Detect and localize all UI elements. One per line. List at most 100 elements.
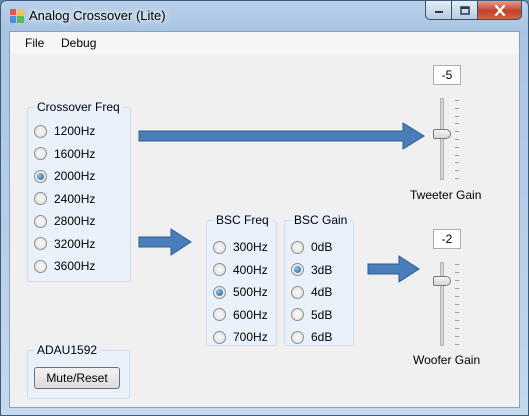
slider-tick [455, 155, 459, 156]
radio-selected-dot [294, 266, 301, 273]
bsc-freq-option[interactable]: 700Hz [213, 329, 268, 345]
crossover-freq-option[interactable]: 2800Hz [34, 213, 95, 229]
minimize-button[interactable] [425, 1, 452, 20]
radio-button[interactable] [291, 263, 304, 276]
slider-tick [455, 162, 459, 163]
slider-tick [455, 139, 459, 140]
bsc-gain-title: BSC Gain [291, 213, 351, 227]
radio-label: 4dB [311, 285, 333, 299]
tweeter-slider-thumb[interactable] [433, 129, 451, 139]
radio-label: 6dB [311, 330, 333, 344]
slider-tick [455, 328, 459, 329]
radio-button[interactable] [291, 308, 304, 321]
crossover-freq-option[interactable]: 2400Hz [34, 191, 95, 207]
bsc-freq-option[interactable]: 400Hz [213, 262, 268, 278]
maximize-button[interactable] [452, 1, 478, 20]
mute-reset-button[interactable]: Mute/Reset [34, 367, 120, 389]
radio-button[interactable] [34, 192, 47, 205]
radio-button[interactable] [213, 285, 226, 299]
radio-label: 0dB [311, 240, 333, 254]
bsc-gain-option[interactable]: 0dB [291, 239, 332, 255]
crossover-freq-option[interactable]: 1600Hz [34, 146, 95, 162]
bsc-freq-title: BSC Freq [213, 213, 272, 227]
slider-tick [455, 123, 459, 124]
radio-button[interactable] [34, 237, 47, 250]
radio-label: 500Hz [233, 285, 268, 299]
woofer-slider-track[interactable] [440, 262, 444, 346]
crossover-freq-option[interactable]: 3200Hz [34, 236, 95, 252]
woofer-slider-ticks [455, 264, 460, 346]
slider-tick [455, 288, 459, 289]
tweeter-gain-value[interactable]: -5 [433, 65, 461, 85]
slider-tick [455, 312, 459, 313]
radio-label: 700Hz [233, 330, 268, 344]
radio-button[interactable] [34, 147, 47, 160]
slider-tick [455, 100, 459, 101]
crossover-freq-title: Crossover Freq [34, 100, 123, 114]
slider-tick [455, 336, 459, 337]
radio-button[interactable] [213, 240, 226, 254]
bsc-gain-option[interactable]: 5dB [291, 307, 332, 323]
slider-tick [455, 147, 459, 148]
close-icon [494, 4, 505, 16]
radio-button[interactable] [34, 259, 47, 273]
slider-tick [455, 304, 459, 305]
menu-debug[interactable]: Debug [61, 36, 96, 50]
radio-button[interactable] [291, 240, 304, 254]
radio-label: 3200Hz [54, 236, 96, 251]
adau1592-group: ADAU1592 Mute/Reset [27, 343, 130, 399]
bsc-gain-group: BSC Gain 0dB 3dB 4dB 5dB 6dB [284, 213, 354, 346]
app-window: Analog Crossover (Lite) File Debug Cross… [0, 0, 529, 416]
radio-label: 2400Hz [54, 191, 96, 206]
crossover-freq-option[interactable]: 1200Hz [34, 123, 95, 139]
crossover-freq-option[interactable]: 3600Hz [34, 258, 95, 274]
bsc-gain-option[interactable]: 3dB [291, 262, 332, 278]
radio-selected-dot [216, 288, 223, 296]
tweeter-gain-label: Tweeter Gain [410, 188, 482, 202]
woofer-slider-thumb[interactable] [433, 276, 451, 286]
slider-tick [455, 178, 459, 179]
radio-label: 2000Hz [54, 169, 96, 183]
radio-button[interactable] [34, 124, 47, 138]
radio-button[interactable] [213, 308, 226, 321]
slider-tick [455, 108, 459, 109]
radio-button[interactable] [291, 285, 304, 299]
radio-selected-dot [37, 172, 44, 180]
bsc-freq-group: BSC Freq 300Hz 400Hz 500Hz 600Hz 700Hz [206, 213, 277, 346]
adau1592-title: ADAU1592 [34, 343, 101, 357]
radio-button[interactable] [213, 330, 226, 344]
bsc-freq-option[interactable]: 300Hz [213, 239, 268, 255]
woofer-gain-value[interactable]: -2 [433, 229, 461, 249]
radio-label: 2800Hz [54, 214, 96, 228]
radio-button[interactable] [291, 330, 304, 344]
bsc-freq-option[interactable]: 600Hz [213, 307, 268, 323]
close-button[interactable] [478, 1, 522, 20]
bsc-freq-option[interactable]: 500Hz [213, 284, 268, 300]
menu-file[interactable]: File [25, 36, 44, 50]
slider-tick [455, 272, 459, 273]
maximize-icon [459, 5, 470, 15]
radio-label: 400Hz [233, 262, 268, 277]
radio-button[interactable] [213, 263, 226, 276]
tweeter-slider-track[interactable] [440, 98, 444, 180]
radio-button[interactable] [34, 169, 47, 183]
slider-tick [455, 296, 459, 297]
arrow-to-bsc [138, 228, 192, 256]
radio-label: 3dB [311, 262, 333, 277]
radio-label: 1600Hz [54, 146, 96, 161]
bsc-gain-option[interactable]: 4dB [291, 284, 332, 300]
tweeter-slider-ticks [455, 100, 460, 180]
slider-tick [455, 116, 459, 117]
radio-label: 5dB [311, 307, 333, 322]
radio-button[interactable] [34, 214, 47, 228]
title-bar[interactable]: Analog Crossover (Lite) [1, 1, 528, 31]
radio-label: 600Hz [233, 307, 268, 322]
crossover-freq-group: Crossover Freq 1200Hz 1600Hz 2000Hz 2400Hz 2… [27, 100, 131, 282]
crossover-freq-option[interactable]: 2000Hz [34, 168, 95, 184]
radio-label: 3600Hz [54, 259, 96, 273]
slider-tick [455, 131, 459, 132]
radio-label: 1200Hz [54, 124, 96, 138]
bsc-gain-option[interactable]: 6dB [291, 329, 332, 345]
menu-bar: File Debug [10, 32, 519, 54]
slider-tick [455, 344, 459, 345]
